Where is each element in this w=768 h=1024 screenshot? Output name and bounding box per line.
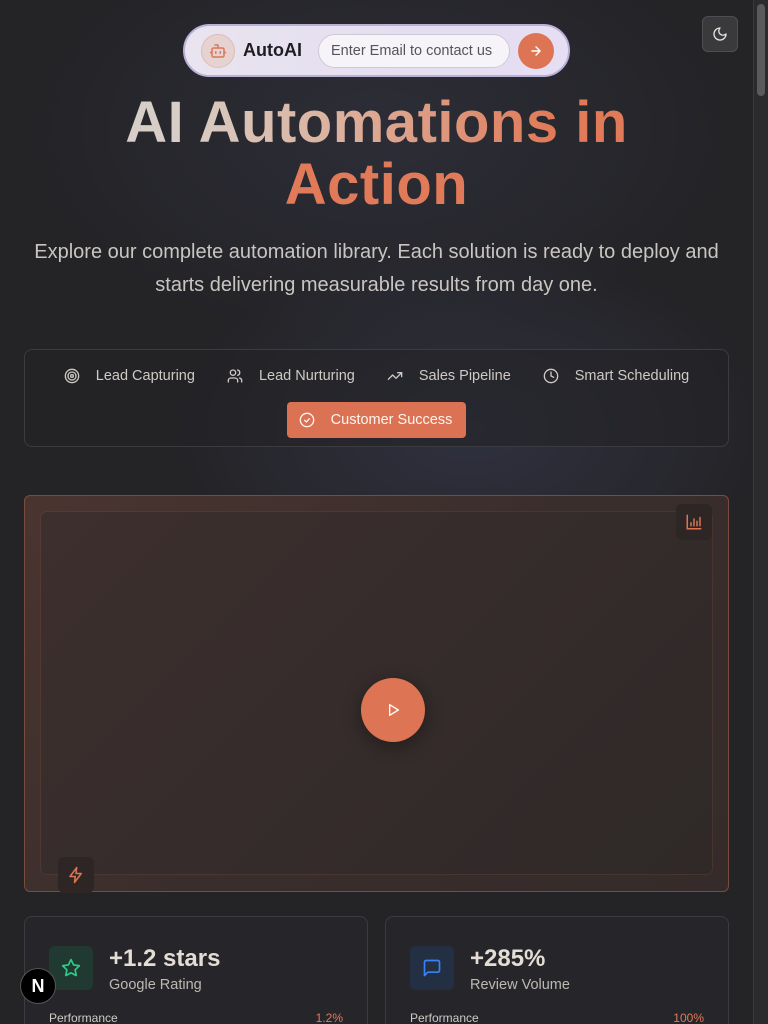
tab-lead-nurturing[interactable]: Lead Nurturing (211, 358, 371, 394)
tab-label: Lead Nurturing (258, 368, 355, 384)
stat-card-review-volume: +285% Review Volume Performance 100% (385, 916, 729, 1024)
users-icon (227, 369, 243, 383)
send-button[interactable] (517, 32, 554, 69)
bar-chart-icon (676, 504, 712, 540)
tab-label: Sales Pipeline (418, 368, 511, 384)
lightning-icon (58, 857, 94, 893)
tab-lead-capturing[interactable]: Lead Capturing (48, 358, 211, 394)
tab-label: Lead Capturing (95, 368, 195, 384)
arrow-right-icon (531, 45, 541, 56)
page-title: AI Automations in Action (0, 92, 753, 216)
tab-customer-success[interactable]: Customer Success (286, 402, 467, 438)
stat-value: +285% (470, 945, 546, 972)
stat-value: +1.2 stars (109, 945, 221, 972)
stat-label: Review Volume (470, 977, 570, 993)
title-line-2: Action (284, 152, 469, 217)
check-circle-icon (299, 412, 314, 428)
tab-smart-scheduling[interactable]: Smart Scheduling (527, 358, 705, 394)
stat-label: Google Rating (109, 977, 202, 993)
video-player[interactable] (41, 512, 712, 893)
tab-sales-pipeline[interactable]: Sales Pipeline (371, 358, 527, 394)
brand-name[interactable]: AutoAI (243, 40, 302, 61)
clock-icon (543, 368, 559, 384)
performance-value: 1.2% (315, 1011, 343, 1024)
theme-toggle-button[interactable] (702, 16, 738, 52)
performance-label: Performance (410, 1011, 479, 1024)
performance-value: 100% (673, 1011, 704, 1024)
scrollbar[interactable] (753, 0, 768, 1024)
title-line-1: AI Automations in (125, 90, 628, 155)
email-input[interactable] (317, 33, 510, 68)
video-card (24, 495, 729, 893)
play-icon (389, 704, 399, 716)
tab-label: Customer Success (330, 412, 453, 428)
tab-label: Smart Scheduling (574, 368, 690, 384)
target-icon (64, 368, 80, 384)
top-nav-bar: AutoAI (183, 24, 570, 77)
category-tabs: Lead Capturing Lead Nurturing Sales Pipe… (24, 349, 729, 447)
play-button[interactable] (361, 678, 425, 742)
trending-up-icon (387, 372, 403, 380)
next-dev-badge[interactable]: N (20, 968, 56, 1004)
scrollbar-thumb[interactable] (757, 4, 765, 96)
message-square-icon (410, 946, 454, 990)
performance-label: Performance (49, 1011, 118, 1024)
stat-card-google-rating: +1.2 stars Google Rating Performance 1.2… (24, 916, 368, 1024)
hero-subtitle: Explore our complete automation library.… (34, 241, 719, 296)
bot-icon (201, 33, 235, 68)
moon-icon (713, 27, 727, 41)
